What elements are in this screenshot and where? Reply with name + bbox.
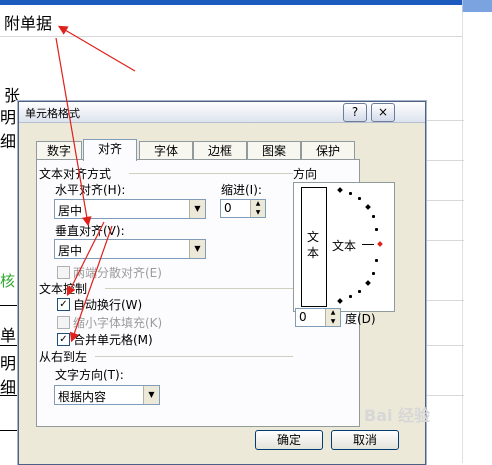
arrow-to-heading (57, 25, 136, 72)
dialog-titlebar[interactable]: 单元格格式 ? × (19, 102, 425, 123)
degree-spinner[interactable]: 0 ▲ ▼ (295, 308, 341, 327)
spinner-buttons: ▲ ▼ (250, 200, 265, 217)
grid-line (424, 395, 464, 396)
text-direction-label: 文字方向(T): (55, 368, 124, 382)
window-top-right-block (462, 0, 492, 12)
rotation-preview-text: 文本 (332, 239, 357, 253)
orientation-box[interactable]: 文 本 文本 (293, 182, 395, 312)
rtl-section-label: 从右到左 (39, 350, 88, 364)
grid-line (0, 430, 18, 431)
grid-line (424, 345, 464, 346)
vertical-align-value: 居中 (58, 244, 83, 258)
grid-line (424, 300, 464, 301)
vertical-text-char: 本 (307, 246, 320, 260)
text-direction-value: 根据内容 (58, 390, 107, 404)
horizontal-align-select[interactable]: 居中 ▼ (54, 199, 206, 219)
indent-spinner[interactable]: 0 ▲ ▼ (220, 199, 266, 218)
vertical-align-label: 垂直对齐(V): (55, 224, 125, 238)
vertical-text-char: 文 (307, 230, 320, 244)
shrink-to-fit-label: 缩小字体填充(K) (73, 316, 163, 330)
tab-font[interactable]: 字体 (139, 141, 193, 160)
grid-line (0, 305, 18, 306)
watermark: Bai 经验 (364, 406, 431, 425)
ok-button[interactable]: 确定 (255, 430, 323, 450)
spin-up-icon[interactable]: ▲ (251, 200, 265, 208)
cancel-button[interactable]: 取消 (331, 430, 399, 450)
merge-cells-label: 合并单元格(M) (73, 333, 153, 347)
chevron-down-icon[interactable]: ▼ (143, 386, 159, 404)
angle-dot-icon (349, 295, 352, 298)
grid-line (424, 160, 464, 161)
tab-number[interactable]: 数字 (36, 141, 82, 160)
sheet-heading-cell[interactable]: 附单据 (4, 10, 52, 34)
vertical-text-option[interactable]: 文 本 (301, 187, 327, 307)
indent-value: 0 (224, 201, 232, 215)
section-divider (95, 356, 293, 357)
spin-down-icon[interactable]: ▼ (251, 209, 265, 217)
distributed-label: 两端分散对齐(E) (73, 266, 162, 280)
angle-dot-icon (372, 215, 375, 218)
angle-dot-icon (375, 228, 378, 231)
grid-line (424, 200, 464, 201)
chevron-down-icon[interactable]: ▼ (189, 200, 205, 218)
shrink-to-fit-checkbox[interactable] (57, 316, 70, 329)
grid-line (0, 36, 462, 37)
section-divider (105, 288, 293, 289)
angle-dot-icon (372, 272, 375, 275)
distributed-checkbox[interactable] (57, 266, 70, 279)
dialog-title: 单元格格式 (25, 107, 80, 120)
tab-patterns[interactable]: 图案 (247, 141, 301, 160)
angle-dot-icon (349, 192, 352, 195)
rotation-handle-icon[interactable] (377, 241, 383, 247)
angle-dot-icon (358, 197, 361, 200)
help-button[interactable]: ? (343, 103, 367, 122)
rotation-line (362, 244, 374, 245)
horizontal-align-value: 居中 (58, 204, 83, 218)
angle-marker-icon (337, 298, 343, 304)
sheet-cell-mingxi[interactable]: 明细 (0, 104, 18, 152)
horizontal-align-label: 水平对齐(H): (55, 183, 126, 197)
merge-cells-checkbox[interactable]: ✓ (57, 333, 70, 346)
grid-line (424, 120, 464, 121)
sheet-column-edge (462, 12, 492, 463)
spin-up-icon[interactable]: ▲ (326, 309, 340, 317)
tab-alignment[interactable]: 对齐 (83, 139, 137, 161)
text-alignment-section-label: 文本对齐方式 (39, 167, 112, 181)
wrap-text-label: 自动换行(W) (73, 298, 143, 312)
sheet-cell-he[interactable]: 核 (0, 270, 15, 291)
vertical-align-select[interactable]: 居中 ▼ (54, 239, 206, 259)
indent-label: 缩进(I): (221, 183, 262, 197)
spinner-buttons: ▲ ▼ (325, 309, 340, 326)
angle-marker-icon (337, 187, 343, 193)
sheet-cell-ming[interactable]: 明细 (0, 350, 18, 398)
spin-down-icon[interactable]: ▼ (326, 318, 340, 326)
chevron-down-icon[interactable]: ▼ (189, 240, 205, 258)
degree-label: 度(D) (345, 312, 376, 326)
angle-dot-icon (358, 290, 361, 293)
degree-value: 0 (299, 310, 307, 324)
angle-marker-icon (365, 204, 371, 210)
section-divider (129, 173, 293, 174)
close-button[interactable]: × (371, 103, 395, 122)
tab-border[interactable]: 边框 (193, 141, 247, 160)
angle-marker-icon (365, 280, 371, 286)
angle-dot-icon (375, 259, 378, 262)
window-top-bar (0, 0, 492, 5)
orientation-section-label: 方向 (293, 167, 318, 181)
tab-protection[interactable]: 保护 (301, 141, 355, 160)
text-direction-select[interactable]: 根据内容 ▼ (54, 385, 160, 405)
grid-line (424, 240, 464, 241)
sheet-cell-dan[interactable]: 单 (0, 322, 16, 346)
text-control-section-label: 文本控制 (39, 282, 88, 296)
wrap-text-checkbox[interactable]: ✓ (57, 298, 70, 311)
